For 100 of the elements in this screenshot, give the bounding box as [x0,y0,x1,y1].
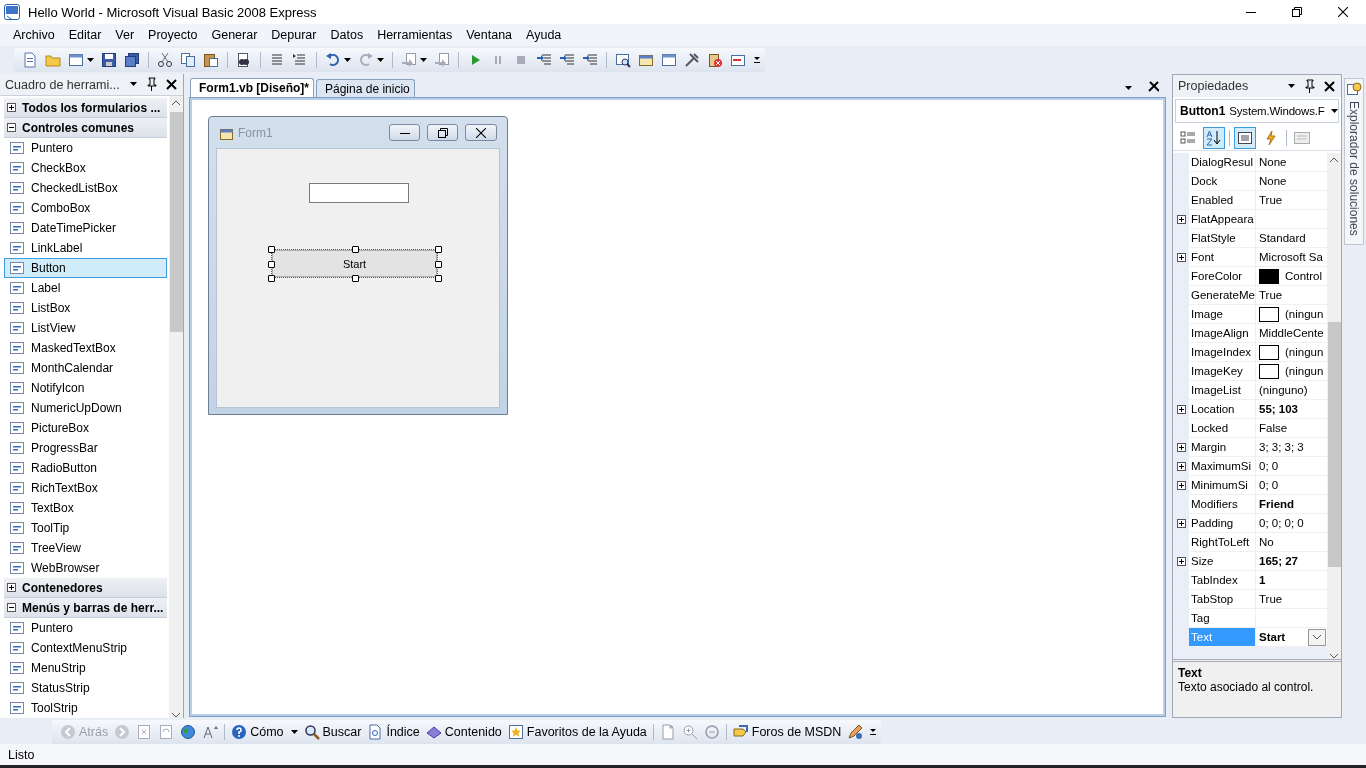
paste-icon[interactable] [203,52,219,68]
maximize-button[interactable] [427,124,458,141]
toolbox-item[interactable]: MonthCalendar [4,358,167,378]
toolbox-category[interactable]: Todos los formularios ... [4,98,167,118]
toolbox-item[interactable]: ProgressBar [4,438,167,458]
collapse-icon[interactable] [7,123,16,132]
property-name[interactable]: Locked [1189,419,1256,437]
help-toolbar-button[interactable]: Índice [367,724,420,740]
font-size-icon[interactable] [202,724,219,740]
toolbox-item[interactable]: TextBox [4,498,167,518]
toolbox-item[interactable]: ToolTip [4,518,167,538]
toolbox-item[interactable]: Button [4,258,167,278]
scrollbar-thumb[interactable] [1327,322,1341,567]
menu-item[interactable]: Archivo [6,26,62,44]
value-cell[interactable]: 3; 3; 3; 3 [1256,438,1327,456]
property-name[interactable]: ForeColor [1189,267,1256,285]
expand-icon[interactable] [1176,252,1186,262]
toolbox-item[interactable]: NumericUpDown [4,398,167,418]
value-cell[interactable]: Microsoft Sa [1256,248,1327,266]
expand-icon[interactable] [7,103,16,112]
properties-button[interactable] [1234,126,1256,149]
toolbox-item[interactable]: ToolStrip [4,698,167,718]
toolbox-item[interactable]: ListBox [4,298,167,318]
menu-item[interactable]: Proyecto [141,26,205,44]
value-cell[interactable]: (ningun [1256,362,1327,380]
toolbox-item[interactable]: RadioButton [4,458,167,478]
text-box[interactable] [309,183,409,203]
expand-icon[interactable] [1176,518,1186,528]
toolbox-item[interactable]: PictureBox [4,418,167,438]
property-name[interactable]: Padding [1189,514,1256,532]
magnifier-window-icon[interactable] [615,52,631,68]
dropdown-icon[interactable] [1124,85,1134,92]
minimize-button[interactable] [389,124,420,141]
form-icon[interactable] [638,52,654,68]
dropdown-button[interactable] [1308,628,1326,646]
scroll-up-icon[interactable] [171,100,181,106]
property-name[interactable]: Dock [1189,172,1256,190]
collapse-icon[interactable] [7,603,16,612]
property-name[interactable]: FlatStyle [1189,229,1256,247]
property-name[interactable]: Size [1189,552,1256,570]
scroll-up-icon[interactable] [1329,157,1339,163]
zoom-icon[interactable] [681,724,698,740]
property-name[interactable]: Location [1189,400,1256,418]
help-toolbar-button[interactable]: Contenido [425,724,502,740]
expand-icon[interactable] [7,583,16,592]
toolstrip-icon[interactable] [730,52,746,68]
start-button[interactable]: Start [272,250,437,277]
menu-item[interactable]: Herramientas [370,26,460,44]
property-name[interactable]: ImageIndex [1189,343,1256,361]
save-icon[interactable] [101,52,117,68]
scroll-down-icon[interactable] [1329,653,1339,659]
caret-icon[interactable] [343,57,351,63]
value-cell[interactable] [1256,609,1327,627]
expand-icon[interactable] [1176,214,1186,224]
overflow-icon[interactable] [869,728,878,736]
pin-icon[interactable] [1303,78,1317,94]
toolbox-item[interactable]: Puntero [4,618,167,638]
value-cell[interactable]: True [1256,286,1327,304]
scroll-down-icon[interactable] [171,712,181,718]
sort-az-button[interactable] [1203,126,1225,149]
scrollbar[interactable] [1327,153,1341,659]
document-tab[interactable]: Form1.vb [Diseño]* [190,78,314,98]
help-toolbar-button[interactable]: Foros de MSDN [732,724,842,740]
value-cell[interactable]: (ningun [1256,343,1327,361]
toolbox-item[interactable]: Label [4,278,167,298]
window-icon[interactable] [661,52,677,68]
step-icon[interactable] [559,52,575,68]
property-name[interactable]: TabIndex [1189,571,1256,589]
pin-icon[interactable] [145,77,159,92]
property-name[interactable]: RightToLeft [1189,533,1256,551]
step-icon[interactable] [582,52,598,68]
resize-handle[interactable] [351,275,359,282]
value-cell[interactable]: Control [1256,267,1327,285]
new-document-icon[interactable] [22,52,38,68]
menu-item[interactable]: Ver [108,26,142,44]
dropdown-icon[interactable] [129,81,139,88]
copy-icon[interactable] [180,52,196,68]
toolbox-item[interactable]: WebBrowser [4,558,167,578]
value-cell[interactable]: (ningun [1256,305,1327,323]
menu-item[interactable]: Generar [204,26,265,44]
property-name[interactable]: MinimumSi [1189,476,1256,494]
object-selector[interactable]: Button1 System.Windows.F [1175,99,1339,123]
expand-icon[interactable] [1176,442,1186,452]
menu-item[interactable]: Editar [61,26,109,44]
toolbox-item[interactable]: CheckedListBox [4,178,167,198]
clipboard-delete-icon[interactable] [707,52,723,68]
value-cell[interactable]: 0; 0 [1256,457,1327,475]
property-name[interactable]: Enabled [1189,191,1256,209]
undo-icon[interactable] [325,52,341,68]
property-name[interactable]: Font [1189,248,1256,266]
property-name[interactable]: DialogResul [1189,153,1256,171]
help-toolbar-button[interactable]: Favoritos de la Ayuda [507,724,647,740]
value-cell[interactable]: None [1256,153,1327,171]
menu-item[interactable]: Ventana [459,26,520,44]
indent-lines-icon[interactable] [292,52,308,68]
value-cell[interactable]: Standard [1256,229,1327,247]
menu-item[interactable]: Ayuda [519,26,569,44]
toolbox-item[interactable]: CheckBox [4,158,167,178]
expand-icon[interactable] [1176,556,1186,566]
step-icon[interactable] [536,52,552,68]
